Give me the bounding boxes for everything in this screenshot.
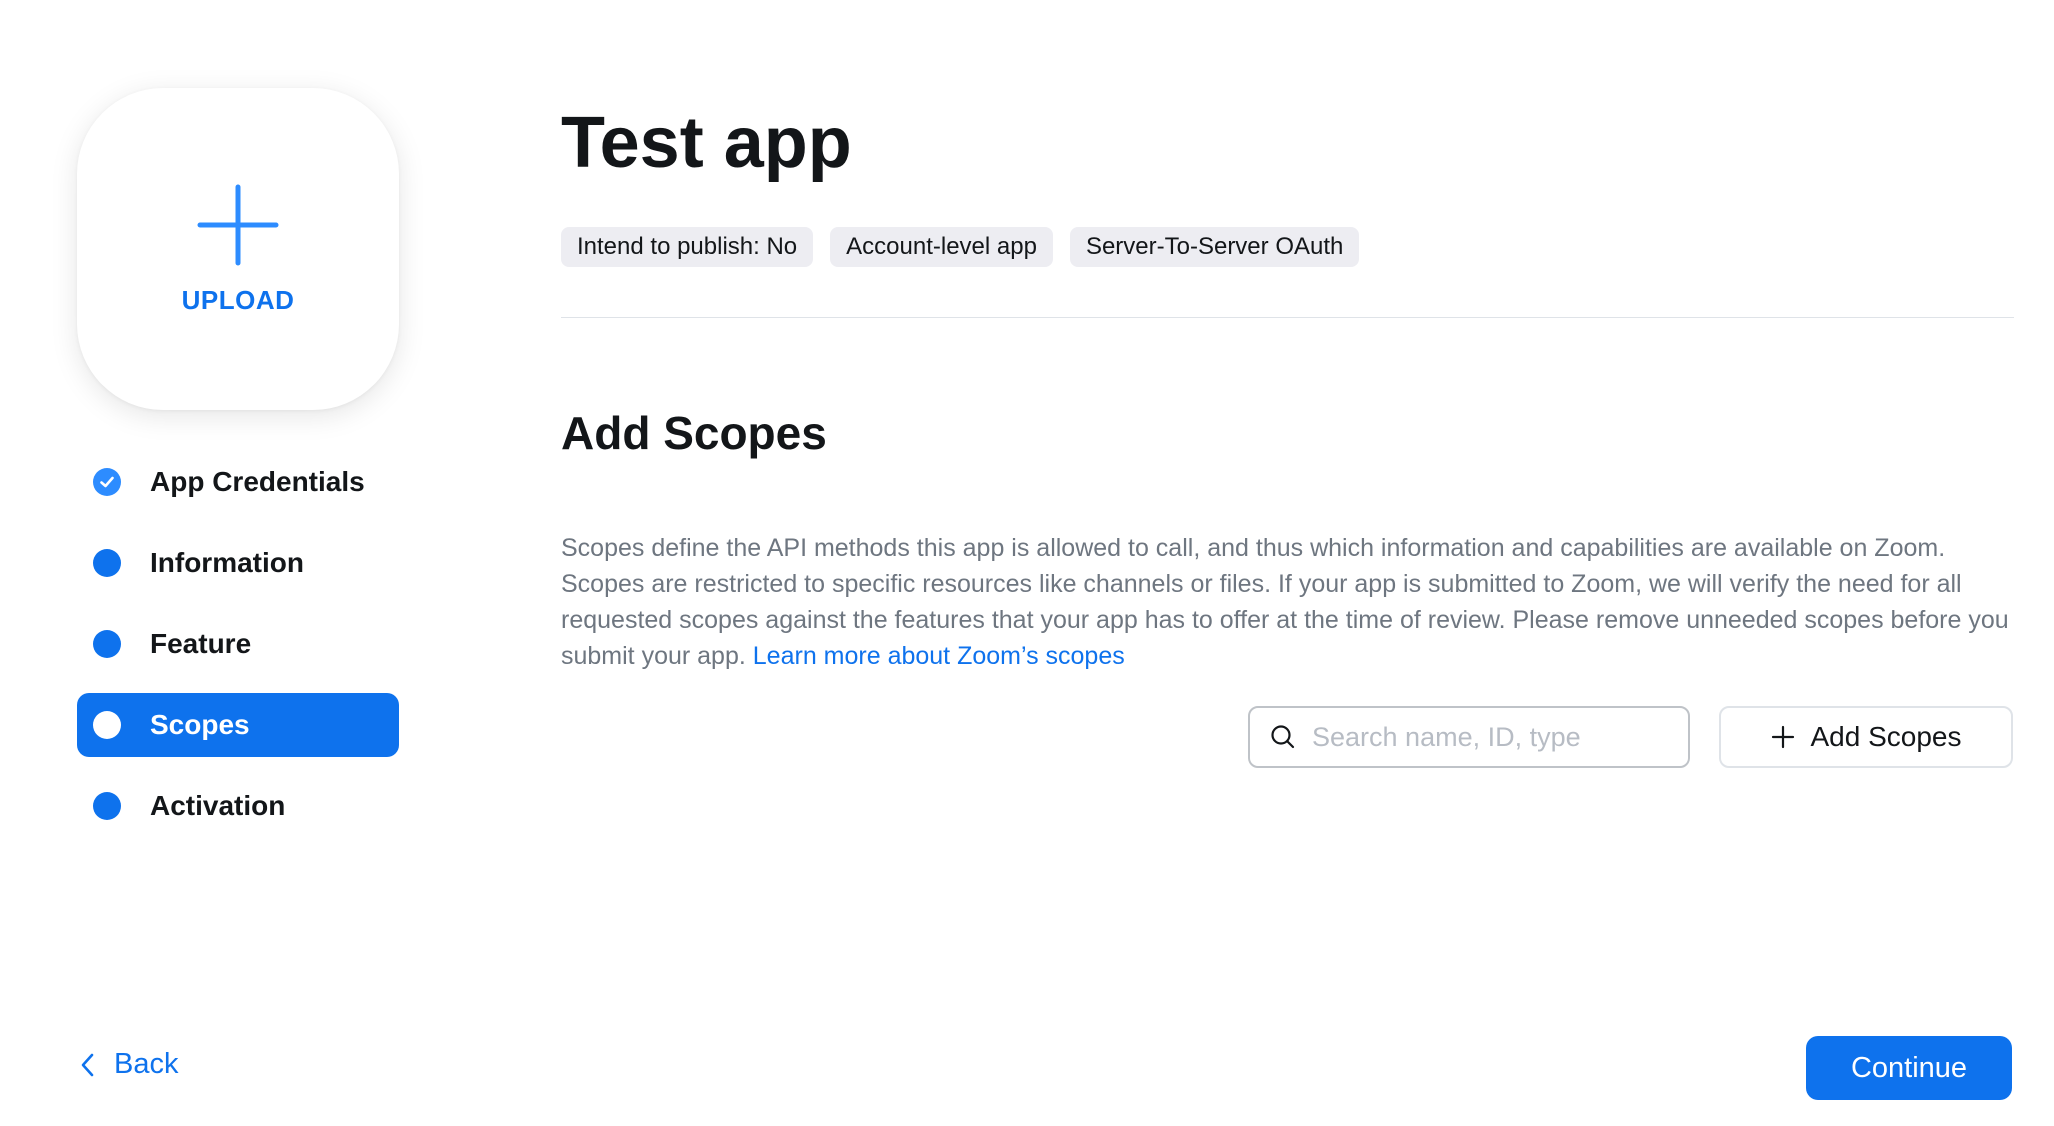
step-label: Scopes bbox=[150, 709, 250, 740]
plus-icon bbox=[1771, 725, 1794, 749]
search-input[interactable] bbox=[1310, 720, 1674, 754]
page-title: Test app bbox=[561, 103, 852, 183]
upload-button[interactable]: UPLOAD bbox=[77, 88, 399, 410]
step-information[interactable]: Information bbox=[77, 531, 399, 595]
step-scopes[interactable]: Scopes bbox=[77, 693, 399, 757]
tag-app-level: Account-level app bbox=[830, 227, 1053, 267]
add-scopes-label: Add Scopes bbox=[1810, 721, 1962, 752]
continue-button[interactable]: Continue bbox=[1806, 1036, 2012, 1100]
learn-more-link[interactable]: Learn more about Zoom’s scopes bbox=[753, 642, 1125, 670]
step-dot-icon bbox=[93, 630, 121, 658]
step-label: Activation bbox=[150, 790, 286, 821]
app-tags: Intend to publish: No Account-level app … bbox=[561, 227, 1360, 267]
step-activation[interactable]: Activation bbox=[77, 774, 399, 838]
upload-label: UPLOAD bbox=[181, 284, 295, 315]
step-feature[interactable]: Feature bbox=[77, 612, 399, 676]
scopes-description: Scopes define the API methods this app i… bbox=[561, 530, 2021, 674]
search-icon bbox=[1271, 725, 1295, 749]
plus-icon bbox=[197, 184, 279, 265]
tag-app-type: Server-To-Server OAuth bbox=[1069, 227, 1360, 267]
back-button[interactable]: Back bbox=[80, 1048, 178, 1081]
add-scopes-button[interactable]: Add Scopes bbox=[1719, 706, 2013, 768]
divider bbox=[561, 317, 2014, 318]
back-label: Back bbox=[114, 1048, 179, 1080]
chevron-left-icon bbox=[81, 1053, 94, 1076]
step-dot-icon bbox=[93, 792, 121, 820]
step-label: App Credentials bbox=[150, 466, 365, 497]
check-circle-icon bbox=[93, 468, 121, 496]
step-dot-icon bbox=[93, 549, 121, 577]
search-field[interactable] bbox=[1248, 706, 1690, 768]
tag-publish: Intend to publish: No bbox=[561, 227, 814, 267]
step-label: Information bbox=[150, 547, 304, 578]
step-dot-icon bbox=[93, 711, 121, 739]
page: UPLOAD App Credentials Information Featu… bbox=[0, 0, 2054, 1126]
sidebar: UPLOAD App Credentials Information Featu… bbox=[77, 88, 399, 855]
section-title: Add Scopes bbox=[561, 407, 827, 459]
step-list: App Credentials Information Feature Scop… bbox=[77, 450, 399, 838]
step-label: Feature bbox=[150, 628, 252, 659]
step-app-credentials[interactable]: App Credentials bbox=[77, 450, 399, 514]
